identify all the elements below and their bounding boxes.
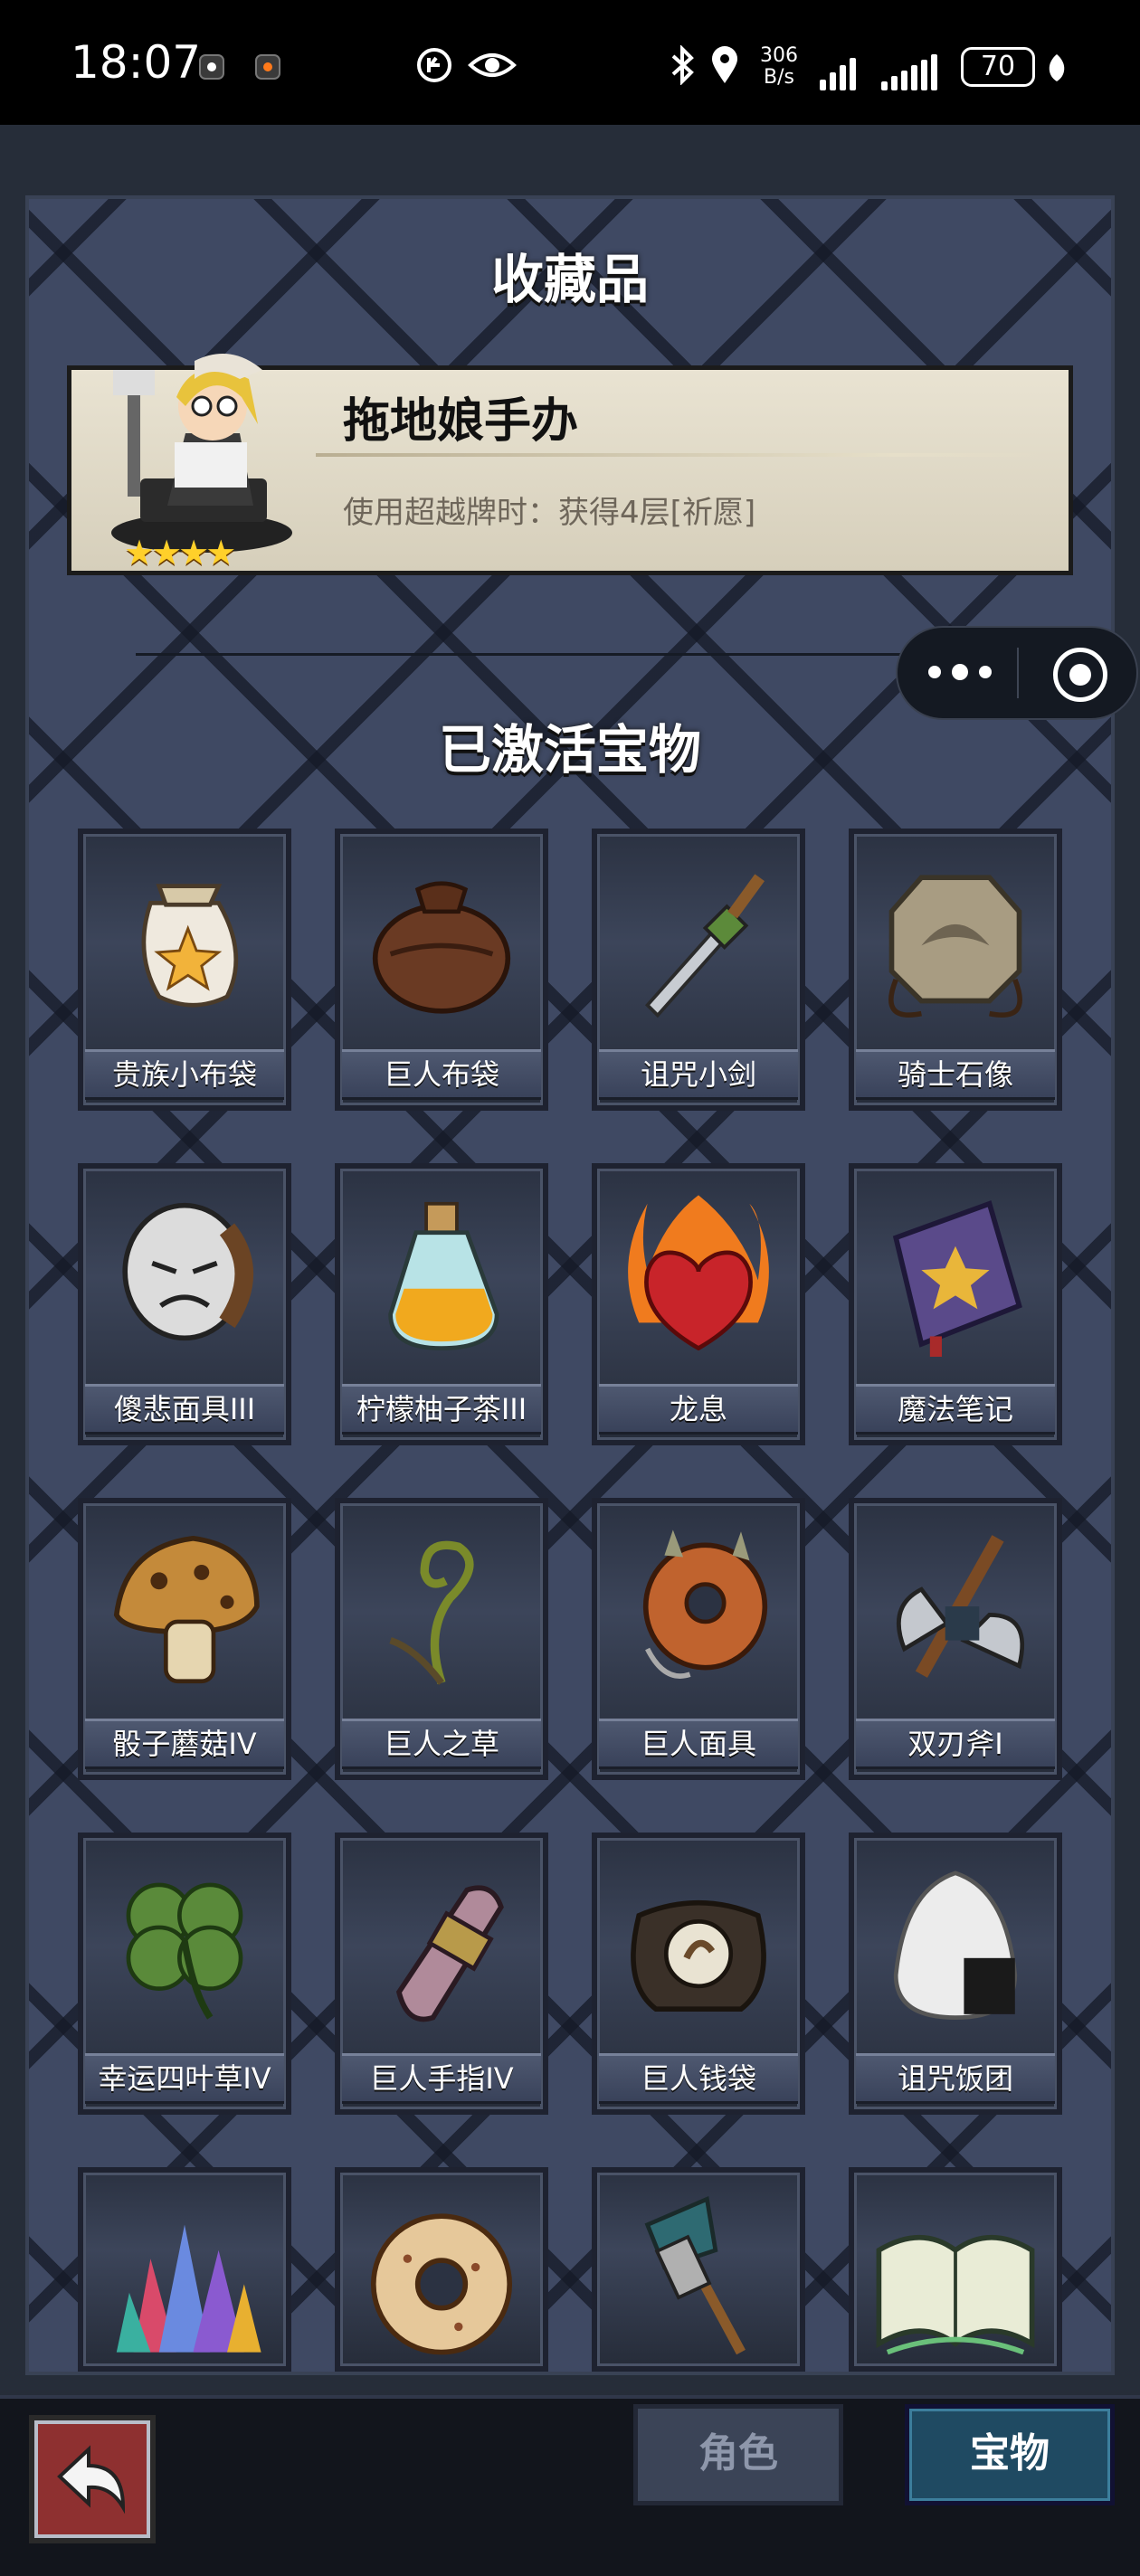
treasure-card[interactable]: 巨人面具 bbox=[592, 1498, 805, 1780]
notification-app-icon bbox=[255, 54, 280, 80]
treasure-label: 双刃斧I bbox=[856, 1719, 1055, 1769]
treasure-label: 魔法笔记 bbox=[856, 1384, 1055, 1435]
four-leaf-clover-icon bbox=[100, 1851, 270, 2031]
treasure-card[interactable]: 双刃斧I bbox=[849, 1498, 1062, 1780]
collection-description: 使用超越牌时：获得4层[祈愿] bbox=[343, 495, 756, 531]
sad-mask-icon bbox=[100, 1181, 270, 1362]
flaming-heart-icon bbox=[613, 1181, 784, 1362]
dagger-icon bbox=[613, 847, 784, 1028]
stone-tablet-icon bbox=[870, 847, 1040, 1028]
treasure-card[interactable]: 龙息 bbox=[592, 1163, 805, 1445]
treasure-label: 柠檬柚子茶III bbox=[342, 1384, 541, 1435]
treasure-card[interactable]: 巨人之草 bbox=[335, 1498, 548, 1780]
treasure-card[interactable] bbox=[592, 2167, 805, 2372]
treasure-card[interactable]: 巨人钱袋 bbox=[592, 1833, 805, 2115]
fern-sprout-icon bbox=[356, 1516, 527, 1697]
battery-indicator: 70 bbox=[961, 47, 1035, 87]
treasure-label: 龙息 bbox=[599, 1384, 798, 1435]
treasure-card[interactable] bbox=[849, 2167, 1062, 2372]
bluetooth-icon bbox=[670, 44, 697, 95]
crystal-cluster-icon bbox=[100, 2185, 270, 2366]
treasure-label: 巨人之草 bbox=[342, 1719, 541, 1769]
spiked-mask-icon bbox=[613, 1516, 784, 1697]
treasure-card[interactable] bbox=[78, 2167, 291, 2372]
treasure-card[interactable]: 骰子蘑菇IV bbox=[78, 1498, 291, 1780]
collection-name: 拖地娘手办 bbox=[343, 394, 579, 449]
donut-icon bbox=[356, 2185, 527, 2366]
capsule-separator bbox=[1017, 648, 1019, 698]
torch-icon bbox=[613, 2185, 784, 2366]
treasure-card[interactable]: 诅咒小剑 bbox=[592, 829, 805, 1111]
potion-bottle-icon bbox=[356, 1181, 527, 1362]
back-arrow-icon bbox=[57, 2445, 126, 2514]
treasure-label: 傻悲面具III bbox=[85, 1384, 284, 1435]
signal-2-icon bbox=[881, 51, 946, 90]
treasure-label: 巨人钱袋 bbox=[599, 2053, 798, 2104]
eye-icon bbox=[467, 45, 518, 95]
coin-pouch-icon bbox=[613, 1851, 784, 2031]
open-book-icon bbox=[870, 2185, 1040, 2366]
treasure-label: 巨人手指IV bbox=[342, 2053, 541, 2104]
mushroom-icon bbox=[100, 1516, 270, 1697]
star-bag-icon bbox=[100, 847, 270, 1028]
treasure-card[interactable]: 贵族小布袋 bbox=[78, 829, 291, 1111]
treasure-card[interactable]: 幸运四叶草IV bbox=[78, 1833, 291, 2115]
status-time: 18:07 bbox=[71, 36, 202, 89]
treasure-card[interactable]: 傻悲面具III bbox=[78, 1163, 291, 1445]
data-saver-icon bbox=[414, 45, 454, 95]
treasure-card[interactable]: 诅咒饭团 bbox=[849, 1833, 1062, 2115]
treasure-card[interactable]: 魔法笔记 bbox=[849, 1163, 1062, 1445]
close-miniprogram-button[interactable] bbox=[1053, 648, 1107, 702]
treasure-label: 骰子蘑菇IV bbox=[85, 1719, 284, 1769]
status-bar: 18:07 306 B/s 70 bbox=[0, 0, 1140, 125]
collection-heading: 收藏品 bbox=[490, 249, 649, 310]
spellbook-icon bbox=[870, 1181, 1040, 1362]
divider bbox=[136, 653, 914, 656]
treasure-card[interactable] bbox=[335, 2167, 548, 2372]
treasure-label: 诅咒小剑 bbox=[599, 1049, 798, 1100]
back-button[interactable] bbox=[29, 2415, 156, 2543]
leather-sack-icon bbox=[356, 847, 527, 1028]
rice-ball-icon bbox=[870, 1851, 1040, 2031]
net-speed: 306 B/s bbox=[760, 45, 798, 89]
treasure-label: 巨人面具 bbox=[599, 1719, 798, 1769]
treasure-card[interactable]: 柠檬柚子茶III bbox=[335, 1163, 548, 1445]
treasure-label: 贵族小布袋 bbox=[85, 1049, 284, 1100]
giant-finger-icon bbox=[356, 1851, 527, 2031]
more-menu-button[interactable] bbox=[928, 644, 1028, 698]
rating-stars-icon: ★★★★ bbox=[124, 533, 236, 573]
signal-1-icon bbox=[820, 51, 865, 90]
tab-role[interactable]: 角色 bbox=[633, 2404, 843, 2505]
treasure-card[interactable]: 骑士石像 bbox=[849, 829, 1062, 1111]
treasure-card[interactable]: 巨人布袋 bbox=[335, 829, 548, 1111]
treasure-label: 巨人布袋 bbox=[342, 1049, 541, 1100]
location-icon bbox=[709, 45, 740, 95]
tab-treasure[interactable]: 宝物 bbox=[905, 2404, 1115, 2505]
treasure-label: 幸运四叶草IV bbox=[85, 2053, 284, 2104]
treasure-card[interactable]: 巨人手指IV bbox=[335, 1833, 548, 2115]
double-axe-icon bbox=[870, 1516, 1040, 1697]
net-speed-unit: B/s bbox=[764, 66, 794, 89]
activated-heading: 已激活宝物 bbox=[438, 719, 701, 781]
collection-card[interactable]: ★★★★ 拖地娘手办 使用超越牌时：获得4层[祈愿] bbox=[67, 354, 1073, 575]
figurine-icon bbox=[104, 343, 303, 560]
miniprogram-capsule bbox=[896, 626, 1138, 720]
notification-dot-icon bbox=[199, 54, 224, 80]
treasure-label: 骑士石像 bbox=[856, 1049, 1055, 1100]
power-saver-leaf-icon bbox=[1046, 52, 1068, 90]
treasure-label: 诅咒饭团 bbox=[856, 2053, 1055, 2104]
net-speed-value: 306 bbox=[760, 44, 798, 67]
